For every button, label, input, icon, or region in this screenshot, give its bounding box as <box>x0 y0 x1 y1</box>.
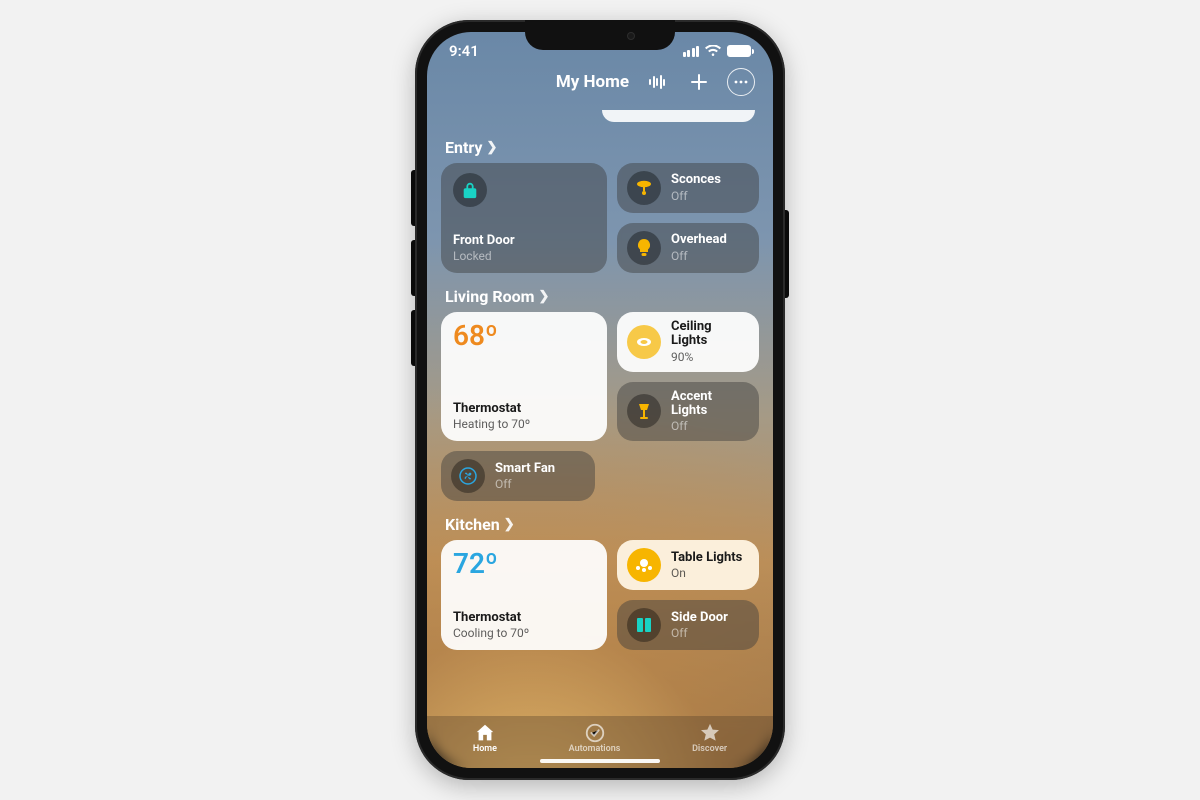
tile-living-thermostat[interactable]: 68º Thermostat Heating to 70º <box>441 312 607 441</box>
section-title-label: Entry <box>445 138 482 157</box>
tab-automations[interactable]: Automations <box>569 722 621 754</box>
tile-smart-fan[interactable]: Smart Fan Off <box>441 451 595 501</box>
home-indicator[interactable] <box>540 759 660 763</box>
status-icons <box>683 45 752 57</box>
more-button[interactable] <box>727 68 755 96</box>
tile-title: Overhead <box>671 233 727 247</box>
section-title-label: Kitchen <box>445 515 500 534</box>
tab-label: Discover <box>692 744 727 754</box>
lock-icon <box>453 173 487 207</box>
content-area: Entry ❯ Front Door Locked <box>427 110 773 710</box>
tile-title: Ceiling Lights <box>671 320 749 349</box>
thermostat-temp: 68º <box>453 322 595 350</box>
ceiling-light-icon <box>627 325 661 359</box>
wifi-icon <box>705 45 721 57</box>
chandelier-icon <box>627 548 661 582</box>
tile-kitchen-thermostat[interactable]: 72º Thermostat Cooling to 70º <box>441 540 607 650</box>
page-title[interactable]: My Home <box>556 72 629 92</box>
tile-status: Off <box>671 249 727 263</box>
tile-title: Thermostat <box>453 402 595 416</box>
tile-title: Sconces <box>671 173 721 187</box>
chevron-right-icon: ❯ <box>486 140 497 155</box>
bulb-icon <box>627 231 661 265</box>
tile-side-door[interactable]: Side Door Off <box>617 600 759 650</box>
tile-title: Table Lights <box>671 551 742 565</box>
tab-label: Home <box>473 744 497 754</box>
intercom-icon[interactable] <box>643 68 671 96</box>
notch <box>525 20 675 50</box>
partial-tile-top <box>602 110 755 122</box>
tile-title: Front Door <box>453 234 595 248</box>
section-header-living-room[interactable]: Living Room ❯ <box>441 281 759 312</box>
tile-status: Heating to 70º <box>453 417 595 431</box>
screen: 9:41 My Home Entry ❯ <box>427 32 773 768</box>
door-sensor-icon <box>627 608 661 642</box>
tile-front-door[interactable]: Front Door Locked <box>441 163 607 273</box>
lamp-icon <box>627 394 661 428</box>
nav-header: My Home <box>427 62 773 106</box>
tile-sconces[interactable]: Sconces Off <box>617 163 759 213</box>
tile-title: Accent Lights <box>671 390 749 419</box>
cellular-signal-icon <box>683 46 700 57</box>
tab-discover[interactable]: Discover <box>692 722 727 754</box>
tile-status: On <box>671 566 742 580</box>
phone-frame: 9:41 My Home Entry ❯ <box>415 20 785 780</box>
tile-status: Off <box>671 419 749 433</box>
tab-label: Automations <box>569 744 621 754</box>
tile-title: Side Door <box>671 611 728 625</box>
section-header-kitchen[interactable]: Kitchen ❯ <box>441 509 759 540</box>
chevron-right-icon: ❯ <box>504 517 515 532</box>
tile-status: Locked <box>453 249 595 263</box>
chevron-right-icon: ❯ <box>538 289 549 304</box>
section-title-label: Living Room <box>445 287 534 306</box>
tile-status: 90% <box>671 350 749 364</box>
sconce-light-icon <box>627 171 661 205</box>
tile-accent-lights[interactable]: Accent Lights Off <box>617 382 759 442</box>
tile-status: Off <box>495 477 555 491</box>
battery-icon <box>727 45 751 57</box>
tile-table-lights[interactable]: Table Lights On <box>617 540 759 590</box>
clock-check-icon <box>584 722 606 744</box>
home-icon <box>474 722 496 744</box>
status-time: 9:41 <box>449 42 479 60</box>
tile-overhead[interactable]: Overhead Off <box>617 223 759 273</box>
tab-home[interactable]: Home <box>473 722 497 754</box>
tile-ceiling-lights[interactable]: Ceiling Lights 90% <box>617 312 759 372</box>
tile-status: Off <box>671 189 721 203</box>
tile-status: Off <box>671 626 728 640</box>
section-header-entry[interactable]: Entry ❯ <box>441 132 759 163</box>
tile-title: Smart Fan <box>495 462 555 476</box>
add-button[interactable] <box>685 68 713 96</box>
star-icon <box>699 722 721 744</box>
tab-bar: Home Automations Discover <box>427 716 773 768</box>
tile-title: Thermostat <box>453 611 595 625</box>
thermostat-temp: 72º <box>453 550 595 578</box>
fan-icon <box>451 459 485 493</box>
tile-status: Cooling to 70º <box>453 626 595 640</box>
